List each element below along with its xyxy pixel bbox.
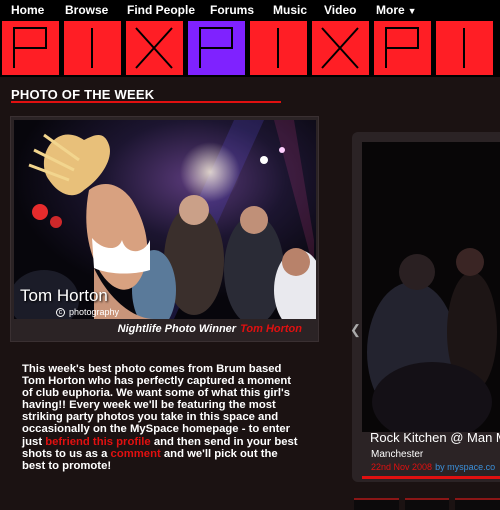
banner-letter-p	[199, 27, 233, 68]
page-title: PHOTO OF THE WEEK	[11, 87, 155, 102]
banner-tile-x	[310, 19, 371, 77]
caption-prefix: Nightlife Photo Winner	[117, 323, 237, 335]
nav-video[interactable]: Video	[324, 3, 356, 17]
nav-forums[interactable]: Forums	[210, 3, 254, 17]
carousel-item-source-link[interactable]: by myspace.co	[435, 462, 495, 472]
carousel-thumb[interactable]	[354, 498, 399, 510]
carousel-item-meta: 22nd Nov 2008 by myspace.co	[371, 462, 495, 472]
nav-more[interactable]: More ▼	[376, 3, 417, 17]
banner-letter-i	[463, 28, 465, 68]
banner-letter-i	[277, 28, 279, 68]
comment-link[interactable]: comment	[111, 448, 161, 460]
banner-letter-x	[135, 27, 173, 69]
top-nav: Home Browse Find People Forums Music Vid…	[0, 0, 500, 19]
carousel-divider	[362, 476, 500, 479]
banner-tile-p	[372, 19, 433, 77]
banner-tile-i	[62, 19, 123, 77]
carousel-photo-image	[362, 142, 500, 432]
photo-description: This week's best photo comes from Brum b…	[22, 363, 300, 472]
carousel-thumb[interactable]	[455, 498, 500, 510]
chevron-left-icon[interactable]: ❮	[350, 322, 361, 338]
nav-home[interactable]: Home	[11, 3, 44, 17]
banner-letter-p	[13, 27, 47, 68]
banner-tile-x	[124, 19, 185, 77]
title-underline	[11, 101, 281, 103]
photo-caption: Nightlife Photo Winner Tom Horton	[10, 323, 302, 335]
banner-tile-p	[0, 19, 61, 77]
carousel-thumb[interactable]	[404, 498, 450, 510]
banner-letter-x	[321, 27, 359, 69]
photo-credit-name: Tom Horton	[20, 286, 108, 305]
carousel-thumbnails	[354, 498, 500, 510]
carousel-item-date: 22nd Nov 2008	[371, 462, 433, 472]
nav-more-label: More	[376, 2, 405, 17]
copyright-icon: c	[56, 308, 65, 318]
carousel-item-location: Manchester	[371, 449, 424, 460]
banner-letter-i	[91, 28, 93, 68]
carousel-photo[interactable]	[362, 142, 500, 432]
banner-letter-p	[385, 27, 419, 68]
carousel-item-title[interactable]: Rock Kitchen @ Man M	[370, 430, 500, 445]
caret-down-icon: ▼	[407, 5, 417, 16]
nav-browse[interactable]: Browse	[65, 3, 108, 17]
photo-credit-sub: c photography	[56, 307, 120, 318]
pix-banner	[0, 19, 500, 77]
nav-find-people[interactable]: Find People	[127, 3, 195, 17]
caption-winner-link[interactable]: Tom Horton	[240, 323, 302, 335]
befriend-link[interactable]: befriend this profile	[45, 436, 150, 448]
nav-music[interactable]: Music	[273, 3, 307, 17]
banner-tile-p	[186, 19, 247, 77]
banner-tile-i	[434, 19, 495, 77]
banner-tile-i	[248, 19, 309, 77]
photo-credit-sub-label: photography	[69, 307, 120, 317]
